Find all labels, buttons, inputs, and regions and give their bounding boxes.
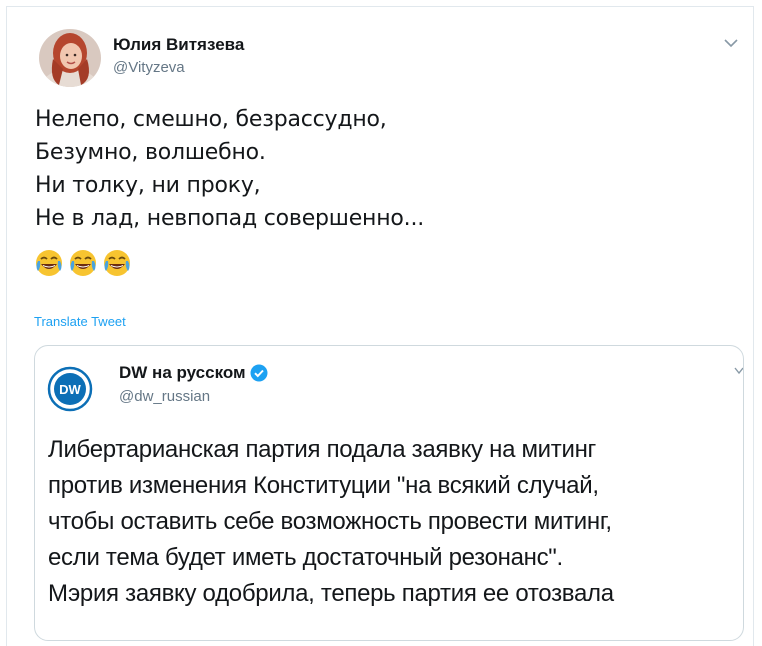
face-with-tears-of-joy-icon xyxy=(70,250,96,276)
tweet-line: Безумно, волшебно. xyxy=(35,140,266,165)
quoted-line: чтобы оставить себе возможность провести… xyxy=(48,508,612,535)
avatar[interactable] xyxy=(39,29,101,87)
verified-badge-icon xyxy=(250,364,268,382)
tweet-line: Нелепо, смешно, безрассудно, xyxy=(35,107,387,132)
tweet-line: Не в лад, невпопад совершенно... xyxy=(35,206,425,231)
quoted-line: если тема будет иметь достаточный резона… xyxy=(48,544,563,571)
chevron-down-icon[interactable] xyxy=(723,34,739,53)
face-with-tears-of-joy-icon xyxy=(36,250,62,276)
dw-logo-text: DW xyxy=(59,382,81,397)
quoted-author-name[interactable]: DW на русском xyxy=(119,363,268,383)
emoji-row xyxy=(35,249,131,277)
quoted-line: Либертарианская партия подала заявку на … xyxy=(48,436,596,463)
quoted-tweet-text: Либертарианская партия подала заявку на … xyxy=(48,432,614,612)
author-name[interactable]: Юлия Витязева xyxy=(113,35,244,55)
tweet-card: Юлия Витязева @Vityzeva Нелепо, смешно, … xyxy=(6,6,754,646)
quoted-line: против изменения Конституции "на всякий … xyxy=(48,472,599,499)
tweet-text: Нелепо, смешно, безрассудно, Безумно, во… xyxy=(35,103,424,235)
dw-logo-icon[interactable]: DW xyxy=(47,366,93,412)
face-with-tears-of-joy-icon xyxy=(104,250,130,276)
quoted-line: Мэрия заявку одобрила, теперь партия ее … xyxy=(48,580,614,607)
tweet-line: Ни толку, ни проку, xyxy=(35,173,261,198)
chevron-down-icon[interactable] xyxy=(733,364,744,383)
quoted-tweet[interactable]: DW DW на русском @dw_russian Либертариан… xyxy=(34,345,744,641)
quoted-author-handle[interactable]: @dw_russian xyxy=(119,388,210,405)
translate-tweet-link[interactable]: Translate Tweet xyxy=(34,314,126,329)
quoted-author-name-text[interactable]: DW на русском xyxy=(119,363,246,383)
author-handle[interactable]: @Vityzeva xyxy=(113,59,185,76)
